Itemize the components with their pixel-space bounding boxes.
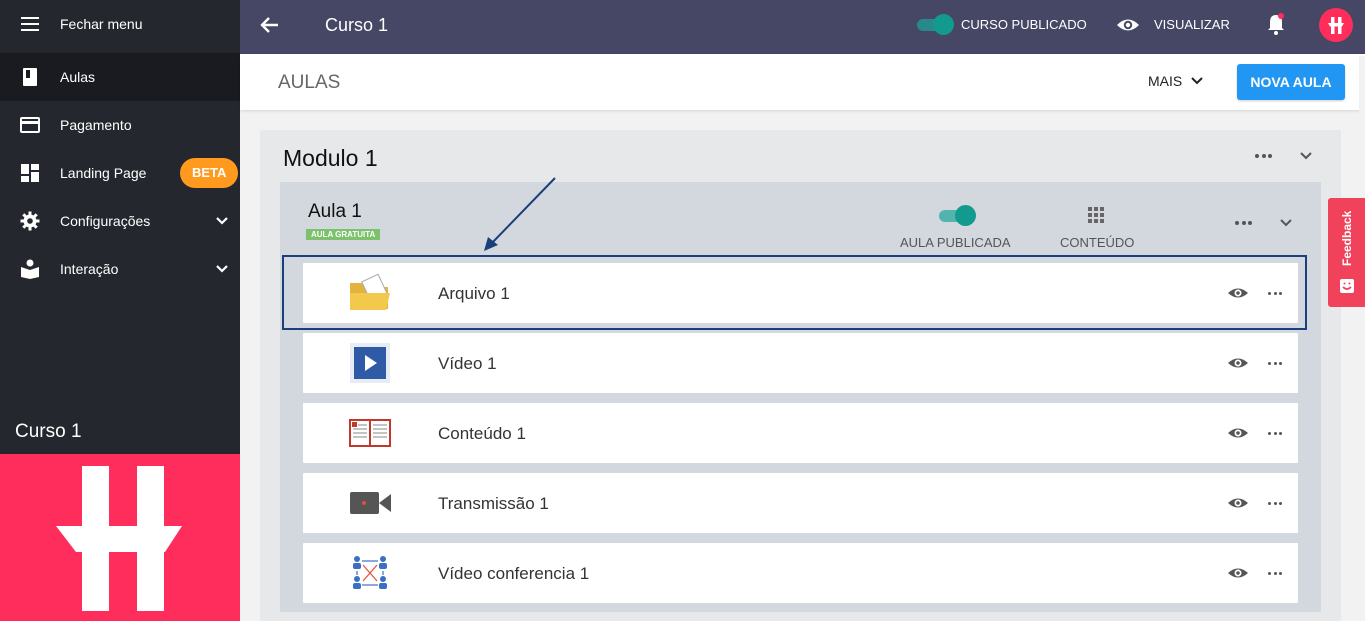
chevron-down-icon[interactable]	[1298, 148, 1314, 164]
sidebar-item-label: Pagamento	[60, 117, 132, 133]
module-title: Modulo 1	[283, 145, 378, 171]
highlight-box	[282, 255, 1307, 330]
hamburger-icon	[20, 14, 40, 34]
list-item[interactable]: Conteúdo 1	[303, 403, 1298, 463]
credit-card-icon	[20, 115, 40, 135]
eye-icon[interactable]	[1227, 354, 1249, 372]
brand-logo-icon	[56, 466, 182, 611]
course-published-label: CURSO PUBLICADO	[961, 17, 1087, 32]
content-item-label: Transmissão 1	[438, 494, 549, 513]
sidebar-item-label: Configurações	[60, 213, 151, 229]
sidebar-item-label: Landing Page	[60, 165, 147, 181]
reading-icon	[20, 259, 40, 279]
eye-icon[interactable]	[1227, 424, 1249, 442]
lesson-more-icon[interactable]	[1235, 220, 1252, 226]
more-label: MAIS	[1148, 73, 1183, 89]
open-book-icon	[348, 413, 392, 453]
eye-icon[interactable]	[1227, 564, 1249, 582]
content-button[interactable]: CONTEÚDO	[1060, 235, 1134, 250]
more-options-icon[interactable]	[1268, 500, 1282, 506]
course-published-toggle[interactable]	[917, 14, 954, 35]
course-name: Curso 1	[15, 421, 82, 442]
module-more-icon[interactable]	[1255, 153, 1272, 159]
brand-logo-panel	[0, 454, 240, 621]
list-item[interactable]: Vídeo conferencia 1	[303, 543, 1298, 603]
eye-icon[interactable]	[1227, 494, 1249, 512]
lesson-title: Aula 1	[308, 201, 362, 222]
more-menu-button[interactable]: MAIS	[1148, 73, 1204, 89]
page-header: AULAS MAIS NOVA AULA	[240, 54, 1365, 110]
sidebar-item-label: Interação	[60, 261, 119, 277]
sidebar-item-label: Aulas	[60, 69, 96, 85]
lesson-published-label: AULA PUBLICADA	[900, 235, 1011, 250]
sidebar-item-pagamento[interactable]: Pagamento	[0, 101, 240, 149]
dashboard-icon	[20, 163, 40, 183]
more-options-icon[interactable]	[1268, 360, 1282, 366]
back-arrow-icon[interactable]	[258, 13, 282, 37]
camera-icon	[348, 483, 392, 523]
conference-icon	[348, 553, 392, 593]
course-title: Curso 1	[325, 15, 389, 35]
chevron-down-icon	[1191, 77, 1203, 85]
feedback-tab[interactable]: Feedback	[1328, 198, 1365, 307]
gear-icon	[20, 211, 40, 231]
feedback-label: Feedback	[1340, 210, 1354, 266]
list-item[interactable]: Vídeo 1	[303, 333, 1298, 393]
sidebar-item-aulas[interactable]: Aulas	[0, 53, 240, 101]
close-menu-label: Fechar menu	[60, 16, 143, 32]
scrollbar[interactable]	[1359, 56, 1365, 621]
top-bar: Curso 1 CURSO PUBLICADO VISUALIZAR	[240, 0, 1365, 54]
sidebar: Fechar menu Aulas Pagamento Landing Page…	[0, 0, 240, 621]
book-icon	[20, 67, 40, 87]
chevron-down-icon[interactable]	[1278, 215, 1294, 231]
close-menu-button[interactable]: Fechar menu	[0, 0, 240, 48]
annotation-arrow	[484, 177, 556, 251]
content-item-label: Conteúdo 1	[438, 424, 526, 443]
free-lesson-badge: AULA GRATUITA	[306, 229, 381, 240]
sidebar-item-configuracoes[interactable]: Configurações	[0, 197, 240, 245]
chevron-down-icon	[214, 213, 230, 229]
sidebar-item-landing-page[interactable]: Landing Page BETA	[0, 149, 240, 197]
more-options-icon[interactable]	[1268, 430, 1282, 436]
chevron-down-icon	[214, 261, 230, 277]
avatar[interactable]	[1319, 8, 1353, 42]
eye-icon[interactable]	[1116, 14, 1140, 36]
content-item-label: Vídeo conferencia 1	[438, 564, 590, 583]
beta-badge: BETA	[180, 158, 239, 188]
view-button[interactable]: VISUALIZAR	[1154, 17, 1230, 32]
list-item[interactable]: Transmissão 1	[303, 473, 1298, 533]
page-title: AULAS	[278, 72, 341, 93]
lesson-published-toggle[interactable]	[939, 205, 976, 226]
video-file-icon	[348, 343, 392, 383]
grid-icon[interactable]	[1088, 207, 1104, 223]
brand-logo-icon	[1328, 17, 1344, 34]
content-item-label: Vídeo 1	[438, 354, 497, 373]
bell-icon[interactable]	[1266, 12, 1286, 36]
sidebar-item-interacao[interactable]: Interação	[0, 245, 240, 293]
more-options-icon[interactable]	[1268, 570, 1282, 576]
new-lesson-button[interactable]: NOVA AULA	[1237, 64, 1345, 100]
smile-icon	[1340, 279, 1354, 293]
